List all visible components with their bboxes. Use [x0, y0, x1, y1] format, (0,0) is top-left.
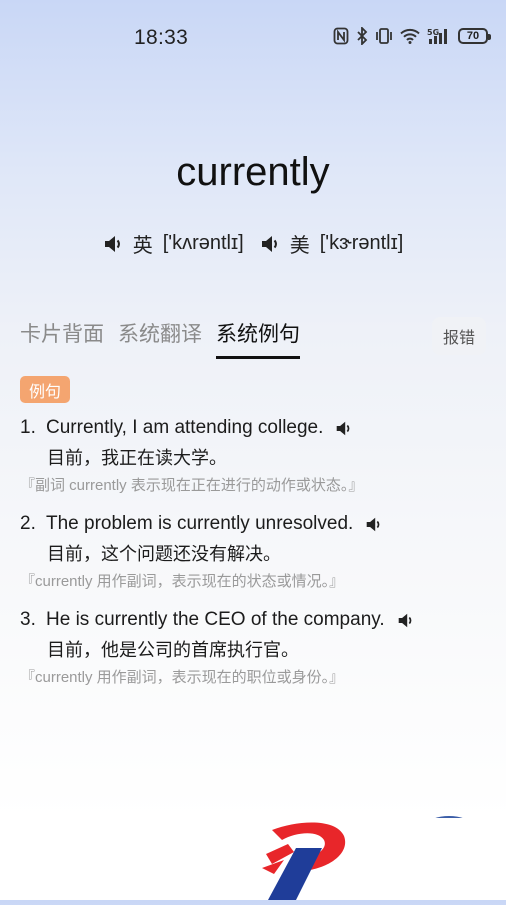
- example-list: 1. Currently, I am attending college. 目前…: [20, 414, 486, 702]
- speaker-icon[interactable]: [103, 234, 123, 254]
- example-note: 『副词 currently 表示现在正在进行的动作或状态。』: [20, 476, 364, 494]
- svg-text:5G: 5G: [427, 28, 439, 37]
- speaker-icon[interactable]: [260, 234, 280, 254]
- example-translation: 目前，他是公司的首席执行官。: [47, 640, 299, 660]
- uk-phonetic: ['kʌrəntlɪ]: [162, 232, 244, 254]
- p-logo-icon: [262, 822, 346, 900]
- tab-system-examples[interactable]: 系统例句: [216, 318, 300, 359]
- vibrate-icon: [375, 27, 393, 45]
- example-number: 3.: [20, 609, 36, 630]
- section-badge: 例句: [20, 376, 71, 403]
- uk-pronunciation[interactable]: 英 ['kʌrəntlɪ]: [103, 229, 244, 258]
- example-translation: 目前，这个问题还没有解决。: [47, 544, 281, 564]
- example-number: 2.: [20, 513, 36, 534]
- us-pronunciation[interactable]: 美 ['kɝrəntlɪ]: [260, 229, 404, 258]
- watermark-logo: [258, 818, 506, 900]
- example-sentence: The problem is currently unresolved.: [46, 513, 354, 534]
- speaker-icon[interactable]: [397, 612, 414, 629]
- wifi-icon: [400, 28, 420, 44]
- battery-icon: 70: [458, 28, 491, 44]
- example-note: 『currently 用作副词，表示现在的职位或身份。』: [20, 668, 345, 686]
- example-sentence: Currently, I am attending college.: [46, 417, 324, 438]
- 5g-signal-icon: 5G: [427, 27, 451, 45]
- speaker-icon[interactable]: [335, 420, 352, 437]
- example-number: 1.: [20, 417, 36, 438]
- uk-label: 英: [132, 235, 153, 257]
- us-phonetic: ['kɝrəntlɪ]: [319, 232, 404, 254]
- example-sentence: He is currently the CEO of the company.: [46, 609, 385, 630]
- status-icons: 5G 70: [333, 27, 491, 45]
- list-item: 1. Currently, I am attending college. 目前…: [20, 414, 486, 496]
- list-item: 3. He is currently the CEO of the compan…: [20, 606, 486, 688]
- status-bar: 18:33 5G 70: [0, 0, 506, 74]
- tab-bar: 卡片背面 系统翻译 系统例句: [20, 318, 300, 359]
- example-note: 『currently 用作副词，表示现在的状态或情况。』: [20, 572, 345, 590]
- example-en: 2. The problem is currently unresolved.: [20, 510, 486, 538]
- speaker-icon[interactable]: [365, 516, 382, 533]
- list-item: 2. The problem is currently unresolved. …: [20, 510, 486, 592]
- tab-system-translation[interactable]: 系统翻译: [118, 318, 202, 359]
- report-error-button[interactable]: 报错: [432, 317, 486, 355]
- battery-level: 70: [466, 30, 480, 42]
- example-translation: 目前，我正在读大学。: [47, 448, 227, 468]
- tab-card-back[interactable]: 卡片背面: [20, 318, 104, 359]
- us-label: 美: [289, 235, 310, 257]
- nfc-icon: [333, 27, 349, 45]
- example-en: 3. He is currently the CEO of the compan…: [20, 606, 486, 634]
- bluetooth-icon: [356, 27, 368, 45]
- status-time: 18:33: [134, 26, 189, 49]
- pronunciation-row: 英 ['kʌrəntlɪ] 美 ['kɝrəntlɪ]: [0, 229, 506, 258]
- word-title: currently: [176, 150, 330, 194]
- example-en: 1. Currently, I am attending college.: [20, 414, 486, 442]
